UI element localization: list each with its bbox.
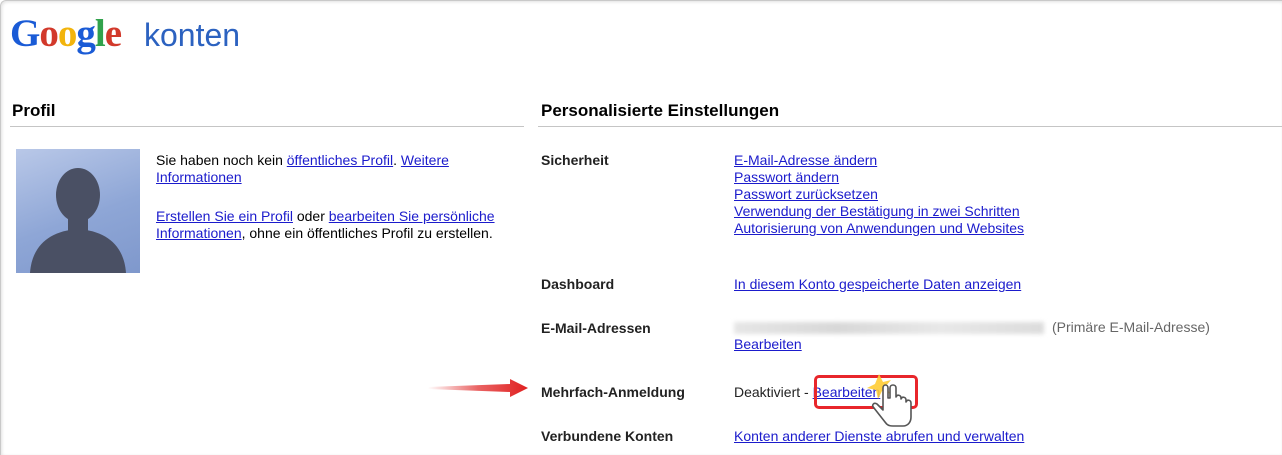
profile-text: , ohne ein öffentliches Profil zu erstel… [241, 225, 493, 241]
blurred-email [734, 322, 1044, 335]
dashboard-label: Dashboard [541, 276, 615, 292]
avatar [16, 149, 140, 273]
security-label: Sicherheit [541, 152, 609, 168]
settings-heading: Personalisierte Einstellungen [541, 101, 780, 120]
profile-text: Sie haben noch kein [156, 152, 287, 168]
logo-letter: G [10, 12, 40, 55]
hand-cursor-icon [867, 374, 912, 427]
profile-text: . [393, 152, 401, 168]
logo-letter: o [57, 12, 77, 55]
email-addresses-value: (Primäre E-Mail-Adresse) Bearbeiten [734, 319, 1210, 353]
primary-email-note: (Primäre E-Mail-Adresse) [1052, 319, 1210, 335]
multi-login-status: Deaktiviert [734, 384, 801, 400]
app-authorization-link[interactable]: Autorisierung von Anwendungen und Websit… [734, 220, 1024, 236]
logo-letter: e [104, 12, 122, 55]
dashboard-link[interactable]: In diesem Konto gespeicherte Daten anzei… [734, 276, 1021, 292]
settings-divider [538, 126, 1282, 127]
connected-accounts-label: Verbundene Konten [541, 428, 674, 444]
logo-letter: g [76, 12, 95, 55]
profile-info-text: Sie haben noch kein öffentliches Profil.… [156, 152, 506, 186]
profile-create-text: Erstellen Sie ein Profil oder bearbeiten… [156, 208, 506, 242]
profile-text: oder [292, 208, 329, 224]
logo-subtitle: konten [144, 17, 241, 53]
reset-password-link[interactable]: Passwort zurücksetzen [734, 186, 878, 202]
avatar-silhouette-icon [30, 168, 126, 273]
create-profile-link[interactable]: Erstellen Sie ein Profil [156, 208, 293, 224]
profile-heading: Profil [12, 101, 56, 120]
security-links: E-Mail-Adresse ändern Passwort ändern Pa… [734, 152, 1024, 237]
google-logo: Google [10, 12, 122, 55]
separator: - [800, 384, 813, 400]
change-password-link[interactable]: Passwort ändern [734, 169, 839, 185]
red-arrow-icon [428, 379, 528, 397]
public-profile-link[interactable]: öffentliches Profil [287, 152, 393, 168]
change-email-link[interactable]: E-Mail-Adresse ändern [734, 152, 877, 168]
two-step-verification-link[interactable]: Verwendung der Bestätigung in zwei Schri… [734, 203, 1020, 219]
edit-email-link[interactable]: Bearbeiten [734, 336, 802, 352]
logo-letter: l [94, 12, 106, 55]
email-addresses-label: E-Mail-Adressen [541, 320, 651, 336]
profile-divider [10, 126, 524, 127]
multi-login-label: Mehrfach-Anmeldung [541, 384, 685, 400]
logo-letter: o [39, 12, 58, 55]
